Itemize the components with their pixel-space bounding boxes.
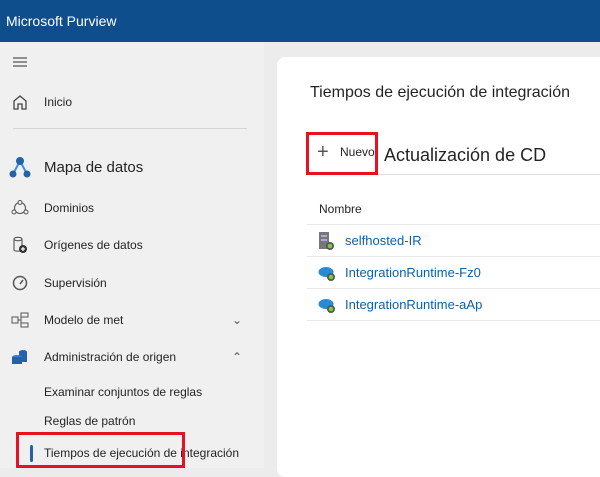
app-title: Microsoft Purview bbox=[6, 13, 117, 29]
sidebar-section-data-map[interactable]: Mapa de datos bbox=[0, 151, 264, 183]
table-row[interactable]: IntegrationRuntime-aAp bbox=[307, 289, 600, 321]
column-header-name[interactable]: Nombre bbox=[319, 202, 362, 216]
home-icon bbox=[11, 93, 29, 111]
runtime-link[interactable]: IntegrationRuntime-Fz0 bbox=[345, 265, 481, 280]
hamburger-button[interactable] bbox=[0, 47, 264, 77]
domains-icon bbox=[11, 199, 29, 217]
sidebar-item-label: Orígenes de datos bbox=[44, 238, 143, 252]
highlight-box bbox=[16, 432, 185, 468]
metamodel-icon bbox=[11, 311, 29, 329]
azure-cloud-runtime-icon bbox=[318, 264, 335, 282]
sidebar-subitem-scan-rulesets[interactable]: Examinar conjuntos de reglas bbox=[0, 377, 264, 407]
database-add-icon bbox=[11, 236, 29, 254]
table-row[interactable]: selfhosted-IR bbox=[307, 225, 600, 257]
runtime-link[interactable]: IntegrationRuntime-aAp bbox=[345, 297, 482, 312]
sidebar-item-metamodel[interactable]: Modelo de met ⌄ bbox=[0, 305, 264, 335]
divider bbox=[13, 128, 247, 129]
highlight-box bbox=[306, 132, 378, 175]
hamburger-icon bbox=[11, 53, 29, 71]
sidebar-item-source-management[interactable]: Administración de origen ⌃ bbox=[0, 342, 264, 372]
gauge-icon bbox=[11, 274, 29, 292]
sidebar-item-label: Administración de origen bbox=[44, 350, 177, 364]
sidebar-item-label: Examinar conjuntos de reglas bbox=[44, 385, 203, 399]
azure-cloud-runtime-icon bbox=[318, 296, 335, 314]
table-row[interactable]: IntegrationRuntime-Fz0 bbox=[307, 257, 600, 289]
main-panel: Tiempos de ejecución de integración + Nu… bbox=[277, 57, 600, 477]
sidebar-item-label: Supervisión bbox=[44, 276, 107, 290]
sidebar-item-data-sources[interactable]: Orígenes de datos bbox=[0, 230, 264, 260]
page-title: Tiempos de ejecución de integración bbox=[310, 84, 571, 101]
chevron-down-icon[interactable]: ⌄ bbox=[232, 313, 242, 327]
sidebar-item-label: Inicio bbox=[44, 95, 73, 109]
runtime-link[interactable]: selfhosted-IR bbox=[345, 233, 422, 248]
sidebar-item-label: Reglas de patrón bbox=[44, 414, 136, 428]
databases-icon bbox=[11, 348, 29, 366]
table-header: Nombre bbox=[307, 193, 600, 225]
data-map-icon bbox=[8, 155, 32, 179]
sidebar-item-monitoring[interactable]: Supervisión bbox=[0, 268, 264, 298]
sidebar-item-label: Dominios bbox=[44, 201, 95, 215]
self-hosted-server-icon bbox=[318, 231, 334, 250]
chevron-up-icon[interactable]: ⌃ bbox=[232, 350, 242, 364]
sidebar-item-home[interactable]: Inicio bbox=[0, 87, 264, 117]
sidebar-item-domains[interactable]: Dominios bbox=[0, 193, 264, 223]
sidebar: Inicio Mapa de datos Dominios Orígenes d… bbox=[0, 42, 264, 468]
sidebar-item-label: Modelo de met bbox=[44, 313, 124, 327]
sidebar-section-label: Mapa de datos bbox=[44, 158, 144, 176]
app-header: Microsoft Purview bbox=[0, 0, 600, 42]
refresh-button[interactable]: Actualización de CD bbox=[384, 145, 546, 166]
